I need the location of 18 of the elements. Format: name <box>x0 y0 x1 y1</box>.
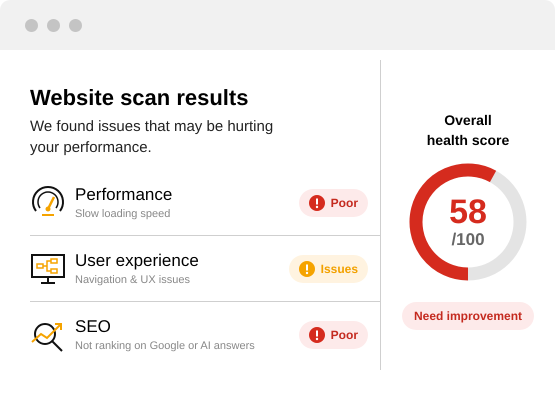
status-label: Poor <box>330 327 358 344</box>
score-value: 58 <box>449 194 487 230</box>
alert-icon <box>298 260 315 276</box>
check-name: SEO <box>75 316 112 338</box>
check-name: Performance <box>75 184 174 206</box>
page-subtitle: We found issues that may be hurting your performance. <box>30 117 274 158</box>
status-label: Poor <box>330 194 358 212</box>
score-heading: Overall health score <box>426 111 510 150</box>
alert-icon <box>308 327 325 343</box>
check-detail: Slow loading speed <box>75 206 172 222</box>
alert-icon <box>308 194 325 210</box>
page-title: Website scan results <box>30 84 250 112</box>
status-label: Issues <box>320 260 358 278</box>
rating-badge: Need improvement <box>402 302 534 330</box>
check-detail: Not ranking on Google or AI answers <box>75 339 256 354</box>
check-detail: Navigation & UX issues <box>75 272 191 288</box>
score-max: /100 <box>451 230 485 250</box>
check-name: User experience <box>75 250 200 272</box>
